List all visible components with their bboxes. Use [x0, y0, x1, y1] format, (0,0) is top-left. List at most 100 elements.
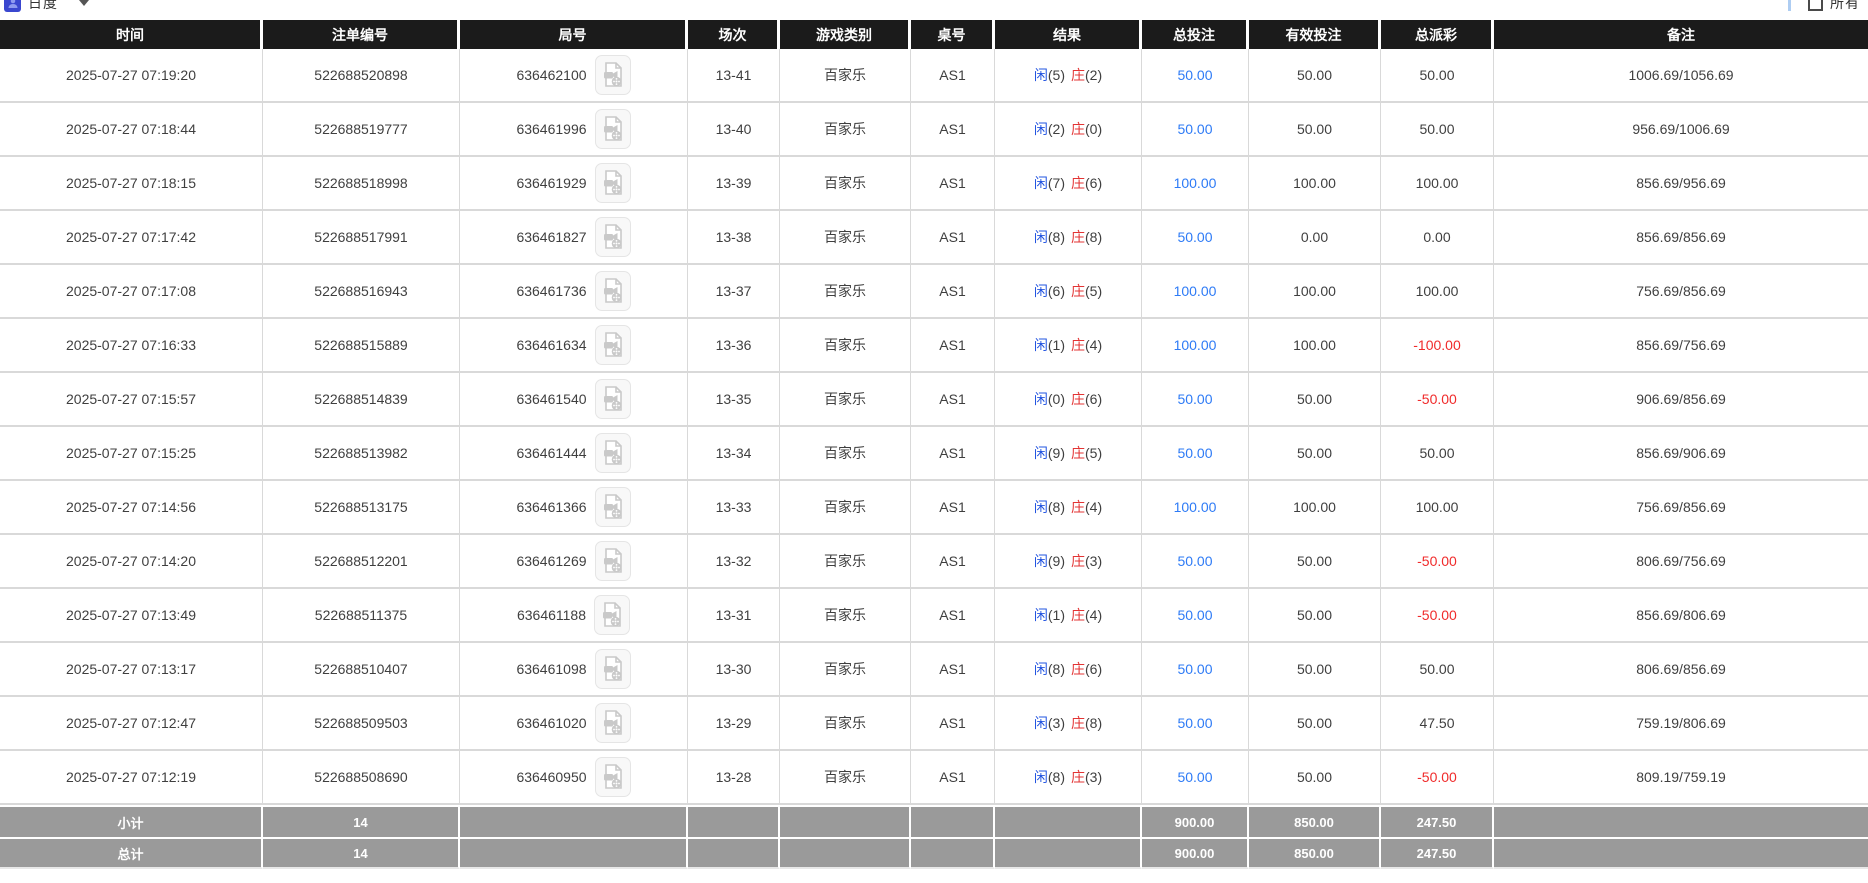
remark-cell: 856.69/906.69 — [1494, 427, 1868, 481]
result-banker-score: (0) — [1085, 121, 1102, 137]
result-banker-label: 庄 — [1071, 445, 1085, 461]
result-banker-score: (4) — [1085, 607, 1102, 623]
result-player-label: 闲 — [1034, 121, 1048, 137]
time-cell: 2025-07-27 07:18:44 — [0, 103, 263, 157]
user-icon[interactable] — [4, 0, 21, 12]
total-bet-link[interactable]: 50.00 — [1177, 769, 1212, 785]
total-bet-link[interactable]: 50.00 — [1177, 715, 1212, 731]
table-no-cell: AS1 — [911, 49, 995, 103]
total-bet-cell: 50.00 — [1142, 643, 1249, 697]
summary-row: 总计 14 900.00 850.00 247.50 — [0, 837, 1868, 869]
result-player-score: (8) — [1048, 229, 1065, 245]
total-bet-cell: 50.00 — [1142, 373, 1249, 427]
game-type-cell: 百家乐 — [780, 481, 911, 535]
summary-count: 14 — [263, 837, 460, 869]
session-cell: 13-32 — [688, 535, 780, 589]
session-cell: 13-41 — [688, 49, 780, 103]
video-replay-button[interactable] — [595, 379, 631, 419]
video-replay-button[interactable] — [595, 109, 631, 149]
game-type-cell: 百家乐 — [780, 49, 911, 103]
total-bet-link[interactable]: 50.00 — [1177, 229, 1212, 245]
video-replay-button[interactable] — [594, 595, 630, 635]
session-cell: 13-37 — [688, 265, 780, 319]
col-header-time: 时间 — [0, 20, 263, 49]
result-player-label: 闲 — [1034, 715, 1048, 731]
video-replay-button[interactable] — [595, 541, 631, 581]
total-bet-link[interactable]: 50.00 — [1177, 67, 1212, 83]
result-player-score: (5) — [1048, 67, 1065, 83]
time-cell: 2025-07-27 07:15:57 — [0, 373, 263, 427]
valid-bet-cell: 50.00 — [1249, 751, 1381, 805]
round-cell: 636461736 — [460, 265, 688, 319]
result-cell: 闲(9)庄(5) — [995, 427, 1142, 481]
round-id: 636461929 — [516, 175, 586, 191]
total-bet-cell: 50.00 — [1142, 427, 1249, 481]
total-bet-cell: 100.00 — [1142, 265, 1249, 319]
result-banker-label: 庄 — [1071, 175, 1085, 191]
result-banker-label: 庄 — [1071, 499, 1085, 515]
remark-cell: 756.69/856.69 — [1494, 481, 1868, 535]
video-replay-button[interactable] — [595, 217, 631, 257]
result-cell: 闲(8)庄(3) — [995, 751, 1142, 805]
result-banker-score: (2) — [1085, 67, 1102, 83]
total-bet-link[interactable]: 50.00 — [1177, 553, 1212, 569]
table-no-cell: AS1 — [911, 157, 995, 211]
remark-cell: 1006.69/1056.69 — [1494, 49, 1868, 103]
round-cell: 636461366 — [460, 481, 688, 535]
summary-valid-bet: 850.00 — [1249, 805, 1381, 837]
table-no-cell: AS1 — [911, 481, 995, 535]
result-player-score: (8) — [1048, 499, 1065, 515]
dropdown-caret-icon[interactable] — [79, 0, 89, 6]
round-id: 636461996 — [516, 121, 586, 137]
video-replay-button[interactable] — [595, 433, 631, 473]
video-replay-button[interactable] — [595, 55, 631, 95]
table-row: 2025-07-27 07:13:49 522688511375 6364611… — [0, 589, 1868, 643]
total-bet-link[interactable]: 100.00 — [1174, 337, 1217, 353]
result-banker-score: (3) — [1085, 553, 1102, 569]
result-banker-label: 庄 — [1071, 391, 1085, 407]
result-banker-label: 庄 — [1071, 661, 1085, 677]
col-header-valid-bet: 有效投注 — [1249, 20, 1381, 49]
col-header-result: 结果 — [995, 20, 1142, 49]
summary-valid-bet: 850.00 — [1249, 837, 1381, 869]
col-header-round-id: 局号 — [460, 20, 688, 49]
select-all-checkbox[interactable] — [1808, 0, 1823, 11]
result-player-label: 闲 — [1034, 553, 1048, 569]
result-banker-score: (6) — [1085, 661, 1102, 677]
round-id: 636461634 — [516, 337, 586, 353]
result-player-label: 闲 — [1034, 229, 1048, 245]
total-bet-link[interactable]: 50.00 — [1177, 445, 1212, 461]
total-bet-cell: 50.00 — [1142, 589, 1249, 643]
total-bet-link[interactable]: 100.00 — [1174, 283, 1217, 299]
total-bet-link[interactable]: 100.00 — [1174, 499, 1217, 515]
video-replay-button[interactable] — [595, 325, 631, 365]
game-type-cell: 百家乐 — [780, 589, 911, 643]
total-bet-link[interactable]: 50.00 — [1177, 121, 1212, 137]
result-cell: 闲(2)庄(0) — [995, 103, 1142, 157]
video-replay-button[interactable] — [595, 163, 631, 203]
round-id: 636461827 — [516, 229, 586, 245]
total-bet-link[interactable]: 50.00 — [1177, 607, 1212, 623]
video-replay-button[interactable] — [595, 757, 631, 797]
result-banker-score: (4) — [1085, 337, 1102, 353]
video-replay-button[interactable] — [595, 703, 631, 743]
session-cell: 13-36 — [688, 319, 780, 373]
total-bet-link[interactable]: 50.00 — [1177, 391, 1212, 407]
payout-cell: 100.00 — [1381, 481, 1494, 535]
summary-row: 小计 14 900.00 850.00 247.50 — [0, 805, 1868, 837]
result-cell: 闲(8)庄(6) — [995, 643, 1142, 697]
game-type-cell: 百家乐 — [780, 535, 911, 589]
game-type-cell: 百家乐 — [780, 427, 911, 481]
session-cell: 13-40 — [688, 103, 780, 157]
time-cell: 2025-07-27 07:18:15 — [0, 157, 263, 211]
total-bet-link[interactable]: 50.00 — [1177, 661, 1212, 677]
result-banker-score: (8) — [1085, 715, 1102, 731]
table-no-cell: AS1 — [911, 751, 995, 805]
bet-id-cell: 522688515889 — [263, 319, 460, 373]
total-bet-link[interactable]: 100.00 — [1174, 175, 1217, 191]
video-replay-button[interactable] — [595, 649, 631, 689]
result-banker-score: (6) — [1085, 391, 1102, 407]
video-replay-button[interactable] — [595, 271, 631, 311]
video-replay-button[interactable] — [595, 487, 631, 527]
session-cell: 13-35 — [688, 373, 780, 427]
